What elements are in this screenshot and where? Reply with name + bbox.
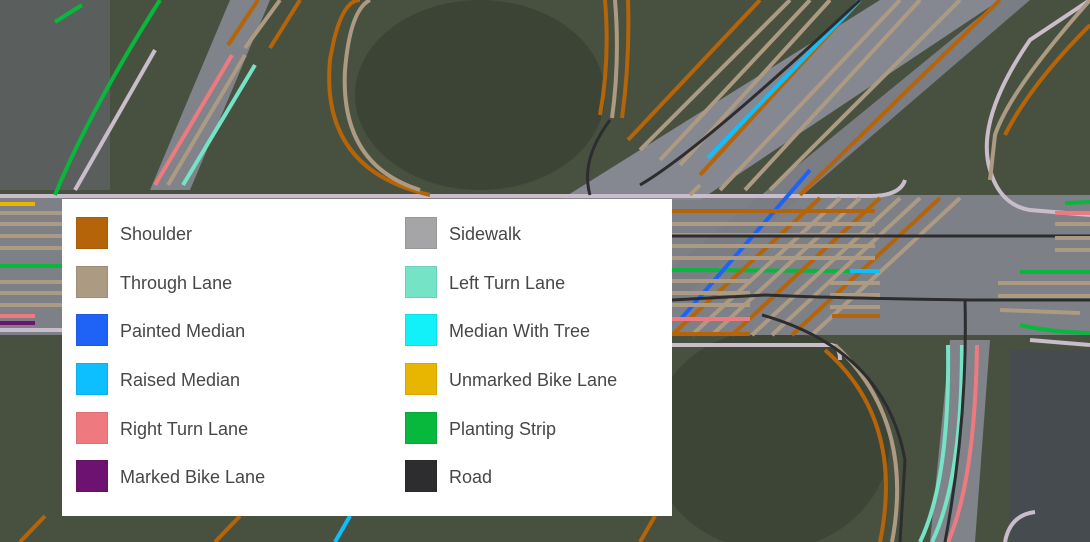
legend-swatch bbox=[405, 411, 437, 444]
legend-swatch bbox=[76, 265, 108, 298]
legend-swatch bbox=[76, 411, 108, 444]
legend-label: Road bbox=[449, 467, 493, 488]
legend-swatch bbox=[405, 314, 437, 347]
legend-swatch bbox=[405, 217, 437, 249]
legend-swatch bbox=[76, 363, 108, 396]
legend-swatch bbox=[405, 265, 437, 298]
legend-column-left: Shoulder Through Lane Painted Median Raised… bbox=[76, 217, 265, 509]
legend-item-painted-median: Painted Median bbox=[76, 314, 265, 363]
legend-label: Painted Median bbox=[120, 321, 246, 342]
planting-strip-line bbox=[1064, 200, 1090, 205]
legend-item-raised-median: Raised Median bbox=[76, 363, 265, 412]
legend-swatch bbox=[405, 460, 437, 493]
legend-item-left-turn-lane: Left Turn Lane bbox=[405, 265, 617, 315]
legend-item-planting-strip: Planting Strip bbox=[405, 411, 617, 461]
legend-item-marked-bike-lane: Marked Bike Lane bbox=[76, 460, 265, 509]
legend-label: Raised Median bbox=[120, 370, 241, 391]
legend-label: Unmarked Bike Lane bbox=[449, 370, 618, 391]
legend-swatch bbox=[76, 460, 108, 493]
legend-item-unmarked-bike-lane: Unmarked Bike Lane bbox=[405, 363, 617, 412]
legend-label: Sidewalk bbox=[449, 224, 522, 244]
legend-swatch bbox=[405, 363, 437, 396]
legend-label: Marked Bike Lane bbox=[120, 467, 266, 488]
legend-panel: Shoulder Through Lane Painted Median Raised… bbox=[62, 199, 672, 516]
legend-label: Shoulder bbox=[120, 224, 193, 244]
legend-column-right: Sidewalk Left Turn Lane Median With Tree Un… bbox=[405, 217, 617, 509]
legend-label: Right Turn Lane bbox=[120, 418, 249, 439]
legend-item-right-turn-lane: Right Turn Lane bbox=[76, 411, 265, 461]
legend-item-road: Road bbox=[405, 460, 617, 509]
cloverleaf-grass-north bbox=[355, 0, 605, 190]
legend-item-sidewalk: Sidewalk bbox=[405, 217, 617, 266]
legend-label: Planting Strip bbox=[449, 418, 557, 439]
parking-lot-se bbox=[1010, 350, 1090, 542]
legend-item-median-with-tree: Median With Tree bbox=[405, 314, 617, 363]
legend-swatch bbox=[76, 314, 108, 347]
legend-label: Through Lane bbox=[120, 272, 233, 293]
legend-label: Left Turn Lane bbox=[449, 272, 566, 293]
legend-item-through-lane: Through Lane bbox=[76, 265, 265, 315]
legend-swatch bbox=[76, 217, 108, 249]
legend-label: Median With Tree bbox=[449, 321, 591, 342]
legend-item-shoulder: Shoulder bbox=[76, 217, 265, 266]
